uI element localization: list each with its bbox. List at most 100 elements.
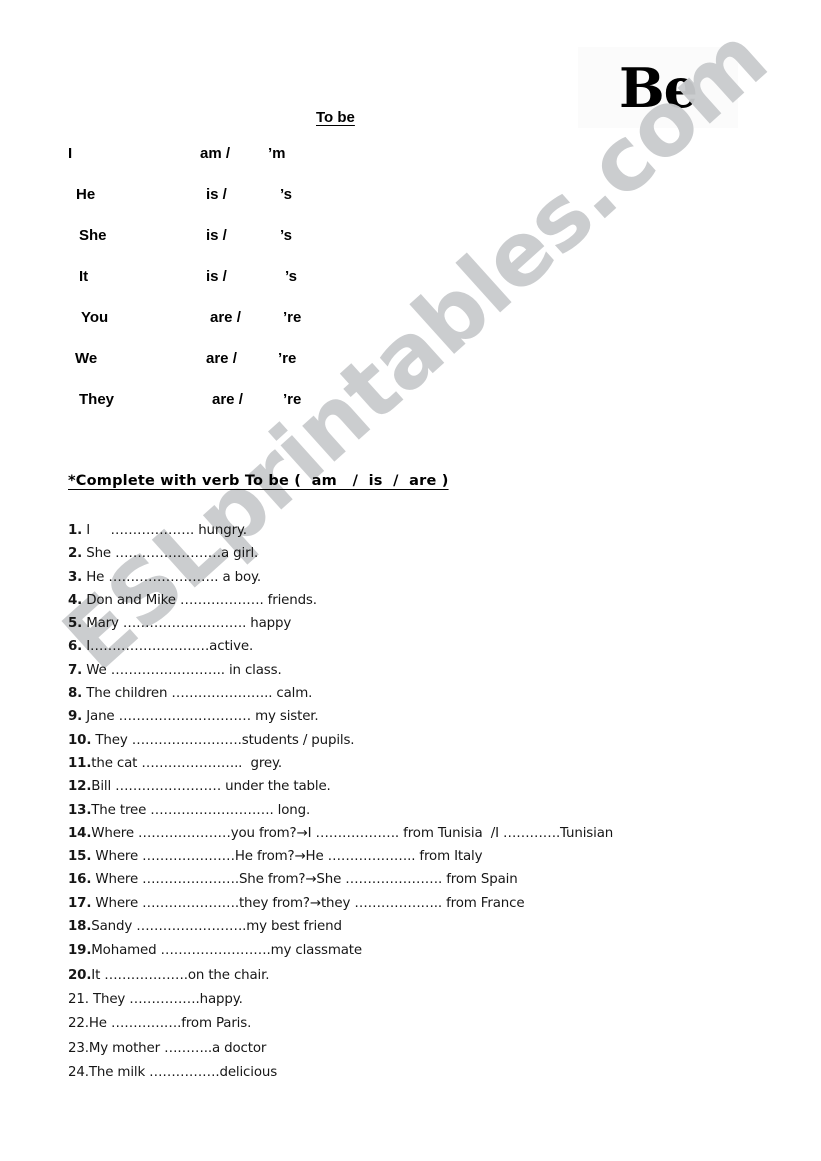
- exercise-item: 13.The tree ………………………. long.: [68, 799, 768, 822]
- exercise-number: 3.: [68, 569, 83, 585]
- exercise-item: 11.the cat ………………….. grey.: [68, 752, 768, 775]
- conjugation-pronoun: He: [76, 186, 96, 203]
- exercise-item: 23.My mother ………..a doctor: [68, 1037, 768, 1061]
- exercise-number: 12.: [68, 779, 92, 795]
- exercise-number: 23.: [68, 1040, 89, 1056]
- conjugation-full-form: is /: [206, 186, 227, 203]
- exercise-number: 9.: [68, 709, 83, 725]
- exercise-item: 17. Where ………………….they from?→they …………………: [68, 892, 768, 915]
- exercise-number: 13.: [68, 802, 92, 818]
- exercise-item: 14.Where …………………you from?→I ………………. from…: [68, 822, 768, 845]
- exercise-number: 18.: [68, 919, 92, 935]
- conjugation-row: He is / ’s: [0, 186, 560, 227]
- conjugation-contraction: ’s: [280, 227, 292, 244]
- exercise-item: 20.It ……………….on the chair.: [68, 964, 768, 988]
- exercise-number: 15.: [68, 849, 92, 865]
- exercise-text: Where ………………….She from?→She …………………. fro…: [91, 872, 518, 888]
- exercise-item: 9. Jane ………………………… my sister.: [68, 705, 768, 728]
- exercise-text: Where …………………He from?→He ……………….. from I…: [91, 849, 483, 865]
- page-title: To be: [316, 109, 355, 126]
- conjugation-contraction: ’s: [280, 186, 292, 203]
- exercise-text: I………………………active.: [82, 639, 254, 655]
- be-logo-box: Be: [578, 47, 738, 128]
- exercise-text: Where ………………….they from?→they ……………….. f…: [91, 895, 525, 911]
- exercise-number: 5.: [68, 616, 83, 632]
- exercise-text: My mother ………..a doctor: [88, 1040, 267, 1056]
- conjugation-full-form: is /: [206, 227, 227, 244]
- conjugation-row: Iam / ’m: [0, 145, 560, 186]
- exercise-item: 7. We …………………….. in class.: [68, 659, 768, 682]
- exercise-text: Bill …………………… under the table.: [91, 779, 331, 795]
- conjugation-pronoun: You: [81, 309, 109, 326]
- conjugation-full-form: is /: [206, 268, 227, 285]
- exercise-item: 3. He ……………………. a boy.: [68, 566, 768, 589]
- exercise-number: 19.: [68, 943, 92, 959]
- exercise-text: Sandy …………………….my best friend: [91, 919, 342, 935]
- exercise-text: The tree ………………………. long.: [91, 802, 311, 818]
- exercise-item: 12.Bill …………………… under the table.: [68, 775, 768, 798]
- exercise-number: 24.: [68, 1064, 89, 1080]
- exercise-number: 1.: [68, 523, 83, 538]
- exercise-item: 8. The children ………………….. calm.: [68, 682, 768, 705]
- conjugation-pronoun: It: [79, 268, 89, 285]
- exercise-number: 2.: [68, 546, 83, 562]
- exercise-number: 21.: [68, 991, 89, 1007]
- conjugation-contraction: ’s: [285, 268, 297, 285]
- exercise-text: Mary ………………………. happy: [82, 616, 292, 632]
- exercise-number: 14.: [68, 825, 92, 841]
- exercise-number: 6.: [68, 639, 83, 655]
- exercise-text: Don and Mike ………………. friends.: [82, 592, 317, 608]
- exercise-text: He ……………………. a boy.: [82, 569, 261, 585]
- exercise-number: 20.: [68, 967, 92, 983]
- exercise-item: 1. I ………………. hungry.: [68, 519, 768, 542]
- exercise-item: 16. Where ………………….She from?→She ………………….…: [68, 868, 768, 891]
- conjugation-table: Iam / ’m He is / ’s She is / ’s It is / ’s You are /…: [0, 145, 560, 432]
- conjugation-pronoun: I: [68, 145, 73, 162]
- exercise-item: 21. They …………….happy.: [68, 988, 768, 1012]
- exercise-text: Jane ………………………… my sister.: [82, 709, 319, 725]
- conjugation-row: They are / ’re: [0, 391, 560, 432]
- conjugation-pronoun: We: [75, 350, 98, 367]
- conjugation-row: You are / ’re: [0, 309, 560, 350]
- be-logo-text: Be: [619, 55, 698, 120]
- exercise-number: 8.: [68, 686, 83, 702]
- conjugation-full-form: are /: [210, 309, 241, 326]
- conjugation-full-form: am /: [200, 145, 231, 162]
- conjugation-pronoun: They: [79, 391, 115, 408]
- conjugation-full-form: are /: [212, 391, 243, 408]
- exercise-text: She ……………………a girl.: [82, 546, 259, 562]
- exercise-text: We …………………….. in class.: [82, 662, 282, 678]
- exercise-item: 22.He …………….from Paris.: [68, 1012, 768, 1036]
- exercise-text: the cat ………………….. grey.: [91, 755, 282, 771]
- conjugation-contraction: ’re: [278, 350, 297, 367]
- exercise-item: 15. Where …………………He from?→He ……………….. fr…: [68, 845, 768, 868]
- exercise-item: 18.Sandy …………………….my best friend: [68, 915, 768, 939]
- conjugation-full-form: are /: [206, 350, 237, 367]
- exercise-item: 10. They …………………….students / pupils.: [68, 729, 768, 752]
- exercise-number: 11.: [68, 755, 92, 771]
- conjugation-row: We are / ’re: [0, 350, 560, 391]
- conjugation-contraction: ’re: [283, 391, 302, 408]
- exercise-text: I ………………. hungry.: [82, 523, 247, 538]
- exercise-item: 2. She ……………………a girl.: [68, 542, 768, 565]
- exercise-item: 4. Don and Mike ………………. friends.: [68, 589, 768, 612]
- conjugation-contraction: ’m: [268, 145, 286, 162]
- exercise-number: 22.: [68, 1016, 89, 1032]
- exercise-text: They …………….happy.: [88, 991, 243, 1007]
- conjugation-row: It is / ’s: [0, 268, 560, 309]
- exercise-number: 10.: [68, 732, 92, 748]
- exercise-number: 7.: [68, 662, 83, 678]
- exercise-item: 6. I………………………active.: [68, 635, 768, 658]
- exercise-number: 17.: [68, 895, 92, 911]
- exercise-text: Mohamed …………………….my classmate: [91, 943, 362, 959]
- exercise-item: 5. Mary ………………………. happy: [68, 612, 768, 635]
- exercise-text: The milk …………….delicious: [88, 1064, 278, 1080]
- conjugation-pronoun: She: [79, 227, 107, 244]
- worksheet-page: ESLprintables.com Be To be Iam /’m He is /…: [0, 0, 821, 1161]
- exercise-list: 1. I ………………. hungry. 2. She ……………………a gir…: [68, 519, 768, 1085]
- exercise-text: It ……………….on the chair.: [91, 967, 270, 983]
- conjugation-contraction: ’re: [283, 309, 302, 326]
- exercise-text: They …………………….students / pupils.: [91, 732, 355, 748]
- exercise-item: 24.The milk …………….delicious: [68, 1061, 768, 1085]
- conjugation-row: She is / ’s: [0, 227, 560, 268]
